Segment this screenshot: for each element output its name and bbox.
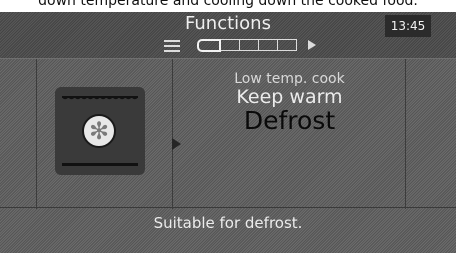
option-keep-warm[interactable]: Keep warm (174, 86, 405, 108)
page-indicator-segment-current (197, 38, 221, 52)
selection-pointer-icon (172, 138, 181, 150)
display-header: Functions 13:45 (0, 12, 456, 58)
function-icon-tile[interactable]: ✻ (55, 87, 145, 175)
function-description: Suitable for defrost. (153, 214, 303, 232)
fan-icon: ✻ (82, 114, 116, 148)
document-caption: down temperature and cooling down the co… (0, 0, 456, 12)
page-indicator-segment (259, 39, 278, 51)
oven-display: Functions 13:45 ✻ Low temp. cook Keep wa… (0, 12, 456, 253)
option-low-temp-cook[interactable]: Low temp. cook (174, 71, 405, 87)
top-heater-wave (62, 96, 138, 103)
function-selector: ✻ Low temp. cook Keep warm Defrost (0, 58, 456, 209)
page-indicator-segment (278, 39, 297, 51)
caption-text: down temperature and cooling down the co… (38, 0, 418, 9)
divider (172, 59, 173, 209)
next-page-arrow-icon[interactable] (308, 40, 316, 50)
divider (405, 59, 406, 209)
page-indicator-segment (240, 39, 259, 51)
option-defrost-selected[interactable]: Defrost (174, 106, 405, 135)
clock[interactable]: 13:45 (385, 15, 431, 37)
bottom-line (62, 163, 138, 166)
divider (36, 59, 37, 209)
menu-icon[interactable] (164, 40, 180, 52)
page-indicator-segment (221, 39, 240, 51)
description-bar: Suitable for defrost. (0, 208, 456, 253)
